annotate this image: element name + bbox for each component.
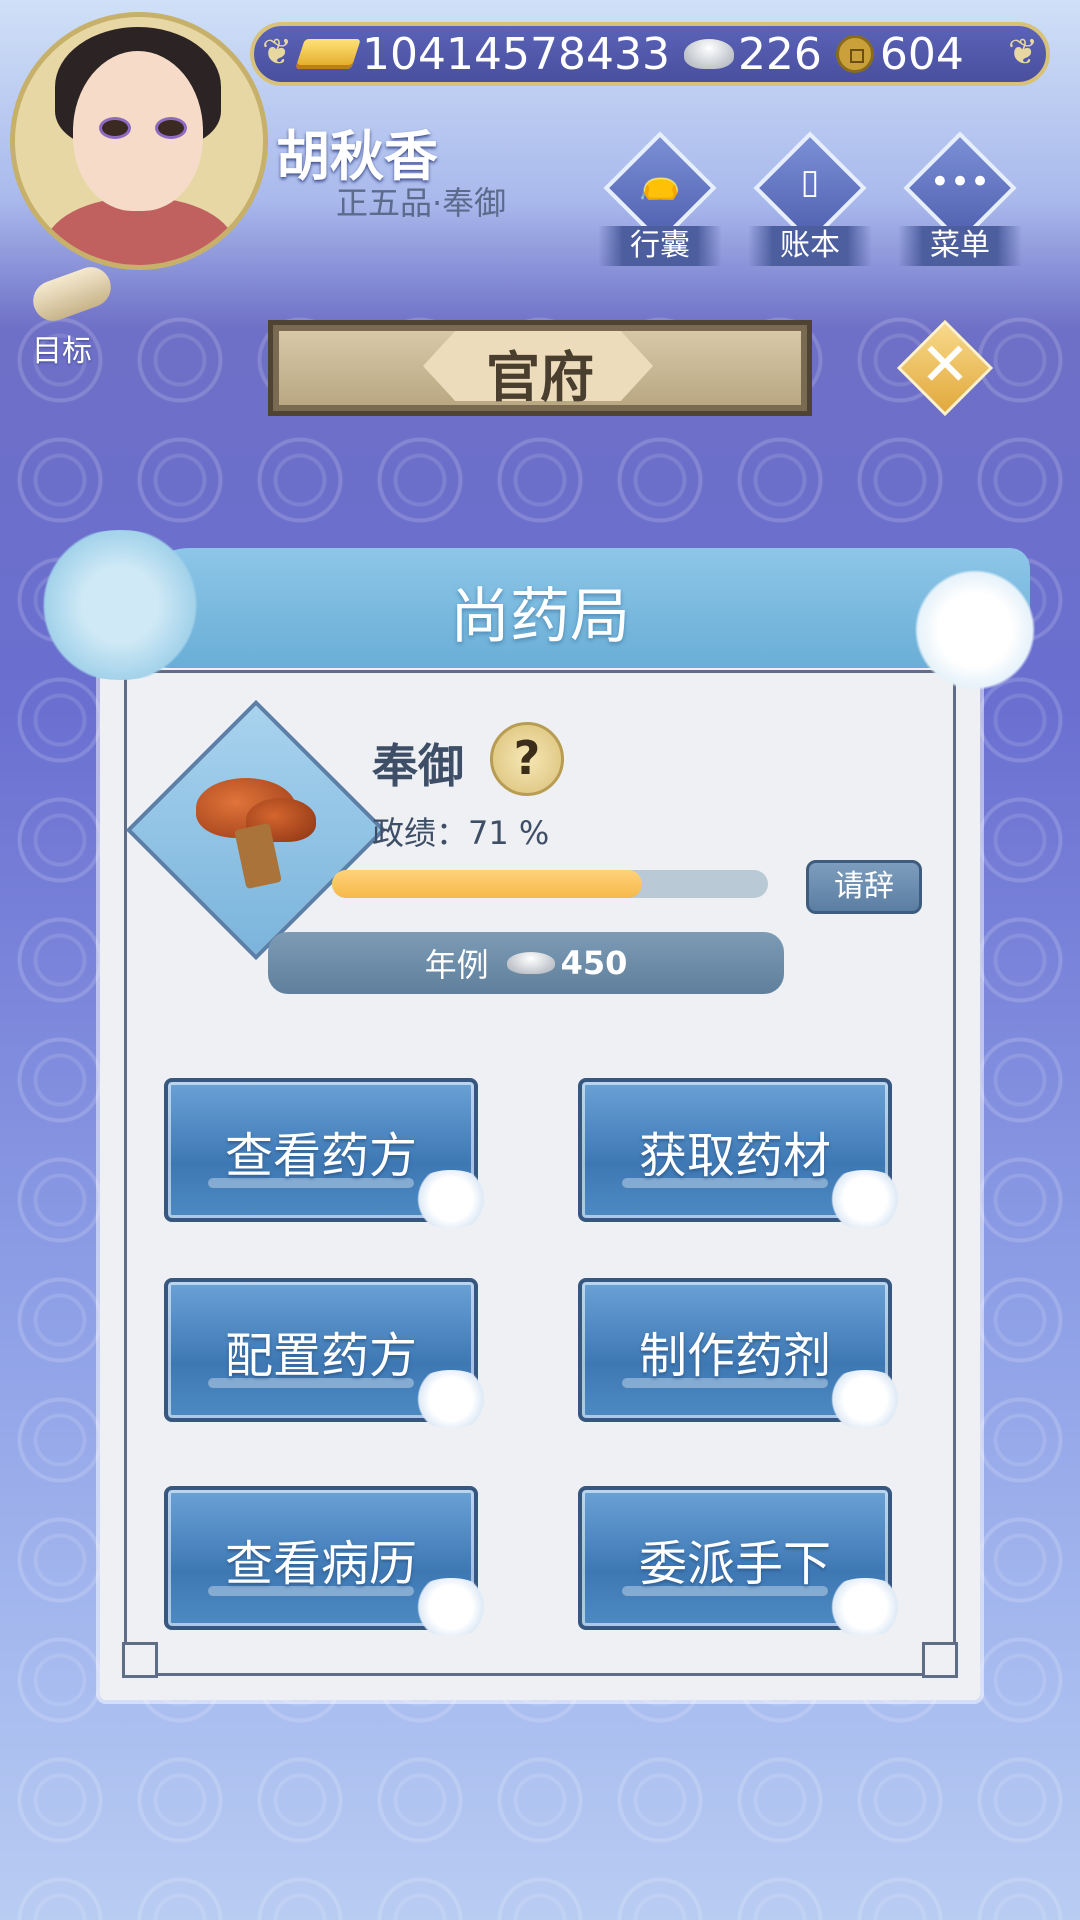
merit-label: 政绩：71 % xyxy=(372,814,550,852)
silver-ingot-icon xyxy=(683,39,734,69)
more-icon: ••• xyxy=(929,162,991,202)
goal-button[interactable] xyxy=(22,261,122,327)
action-label: 制作药剂 xyxy=(638,1328,831,1384)
gold-ingot-icon xyxy=(295,39,361,69)
bag-label: 行囊 xyxy=(598,226,722,266)
merit-progress-fill xyxy=(332,870,642,898)
goal-label: 目标 xyxy=(32,334,92,369)
bag-button[interactable]: 👝 行囊 xyxy=(598,131,722,266)
close-icon: ✕ xyxy=(919,330,971,400)
frame-corner xyxy=(922,1642,958,1678)
action-label: 配置药方 xyxy=(224,1328,417,1384)
panel-header: 尚药局 xyxy=(20,530,1060,690)
silver-ingot-icon xyxy=(506,952,555,974)
make-medicine-button[interactable]: 制作药剂 xyxy=(578,1278,910,1428)
assign-subordinates-button[interactable]: 委派手下 xyxy=(578,1486,910,1636)
panel-title: 尚药局 xyxy=(450,582,630,652)
bag-icon: 👝 xyxy=(638,162,682,202)
gold-amount: 10414578433 xyxy=(362,28,670,80)
merit-progress-bar xyxy=(332,870,768,898)
salary-value: 450 xyxy=(560,944,628,982)
player-avatar[interactable] xyxy=(10,12,268,270)
get-herbs-button[interactable]: 获取药材 xyxy=(578,1078,910,1228)
silver-amount: 226 xyxy=(737,28,822,80)
lingzhi-mushroom-icon xyxy=(196,778,316,890)
view-prescriptions-button[interactable]: 查看药方 xyxy=(164,1078,496,1228)
coin-amount: 604 xyxy=(879,28,964,80)
ledger-button[interactable]: ▯ 账本 xyxy=(748,131,872,266)
currency-bar: ❦ 10414578433 226 604 ❦ xyxy=(250,22,1050,86)
avatar-eye xyxy=(155,117,187,139)
copper-coin-icon xyxy=(835,35,874,73)
menu-label: 菜单 xyxy=(898,226,1022,266)
player-rank: 正五品·奉御 xyxy=(336,184,507,222)
frame-corner xyxy=(122,1642,158,1678)
ledger-icon: ▯ xyxy=(800,162,820,202)
help-button[interactable]: ? xyxy=(490,722,564,796)
resign-button[interactable]: 请辞 xyxy=(806,860,922,914)
close-button[interactable]: ✕ xyxy=(896,319,994,417)
action-label: 查看病历 xyxy=(224,1536,417,1592)
bamboo-decoration-icon: ❦ xyxy=(262,32,293,73)
scroll-icon xyxy=(27,261,117,327)
action-label: 查看药方 xyxy=(224,1128,417,1184)
view-records-button[interactable]: 查看病历 xyxy=(164,1486,496,1636)
bamboo-decoration-icon: ❦ xyxy=(1008,32,1039,73)
configure-prescription-button[interactable]: 配置药方 xyxy=(164,1278,496,1428)
question-mark-icon: ? xyxy=(513,731,541,785)
action-label: 获取药材 xyxy=(638,1128,831,1184)
avatar-eye xyxy=(99,117,131,139)
position-title: 奉御 xyxy=(372,739,464,793)
menu-button[interactable]: ••• 菜单 xyxy=(898,131,1022,266)
action-label: 委派手下 xyxy=(638,1536,831,1592)
ledger-label: 账本 xyxy=(748,226,872,266)
salary-label: 年例 xyxy=(424,946,489,984)
annual-salary-bar: 年例 450 xyxy=(268,932,784,994)
banner-title: 官府 xyxy=(486,346,594,409)
office-banner: 官府 xyxy=(268,320,812,416)
